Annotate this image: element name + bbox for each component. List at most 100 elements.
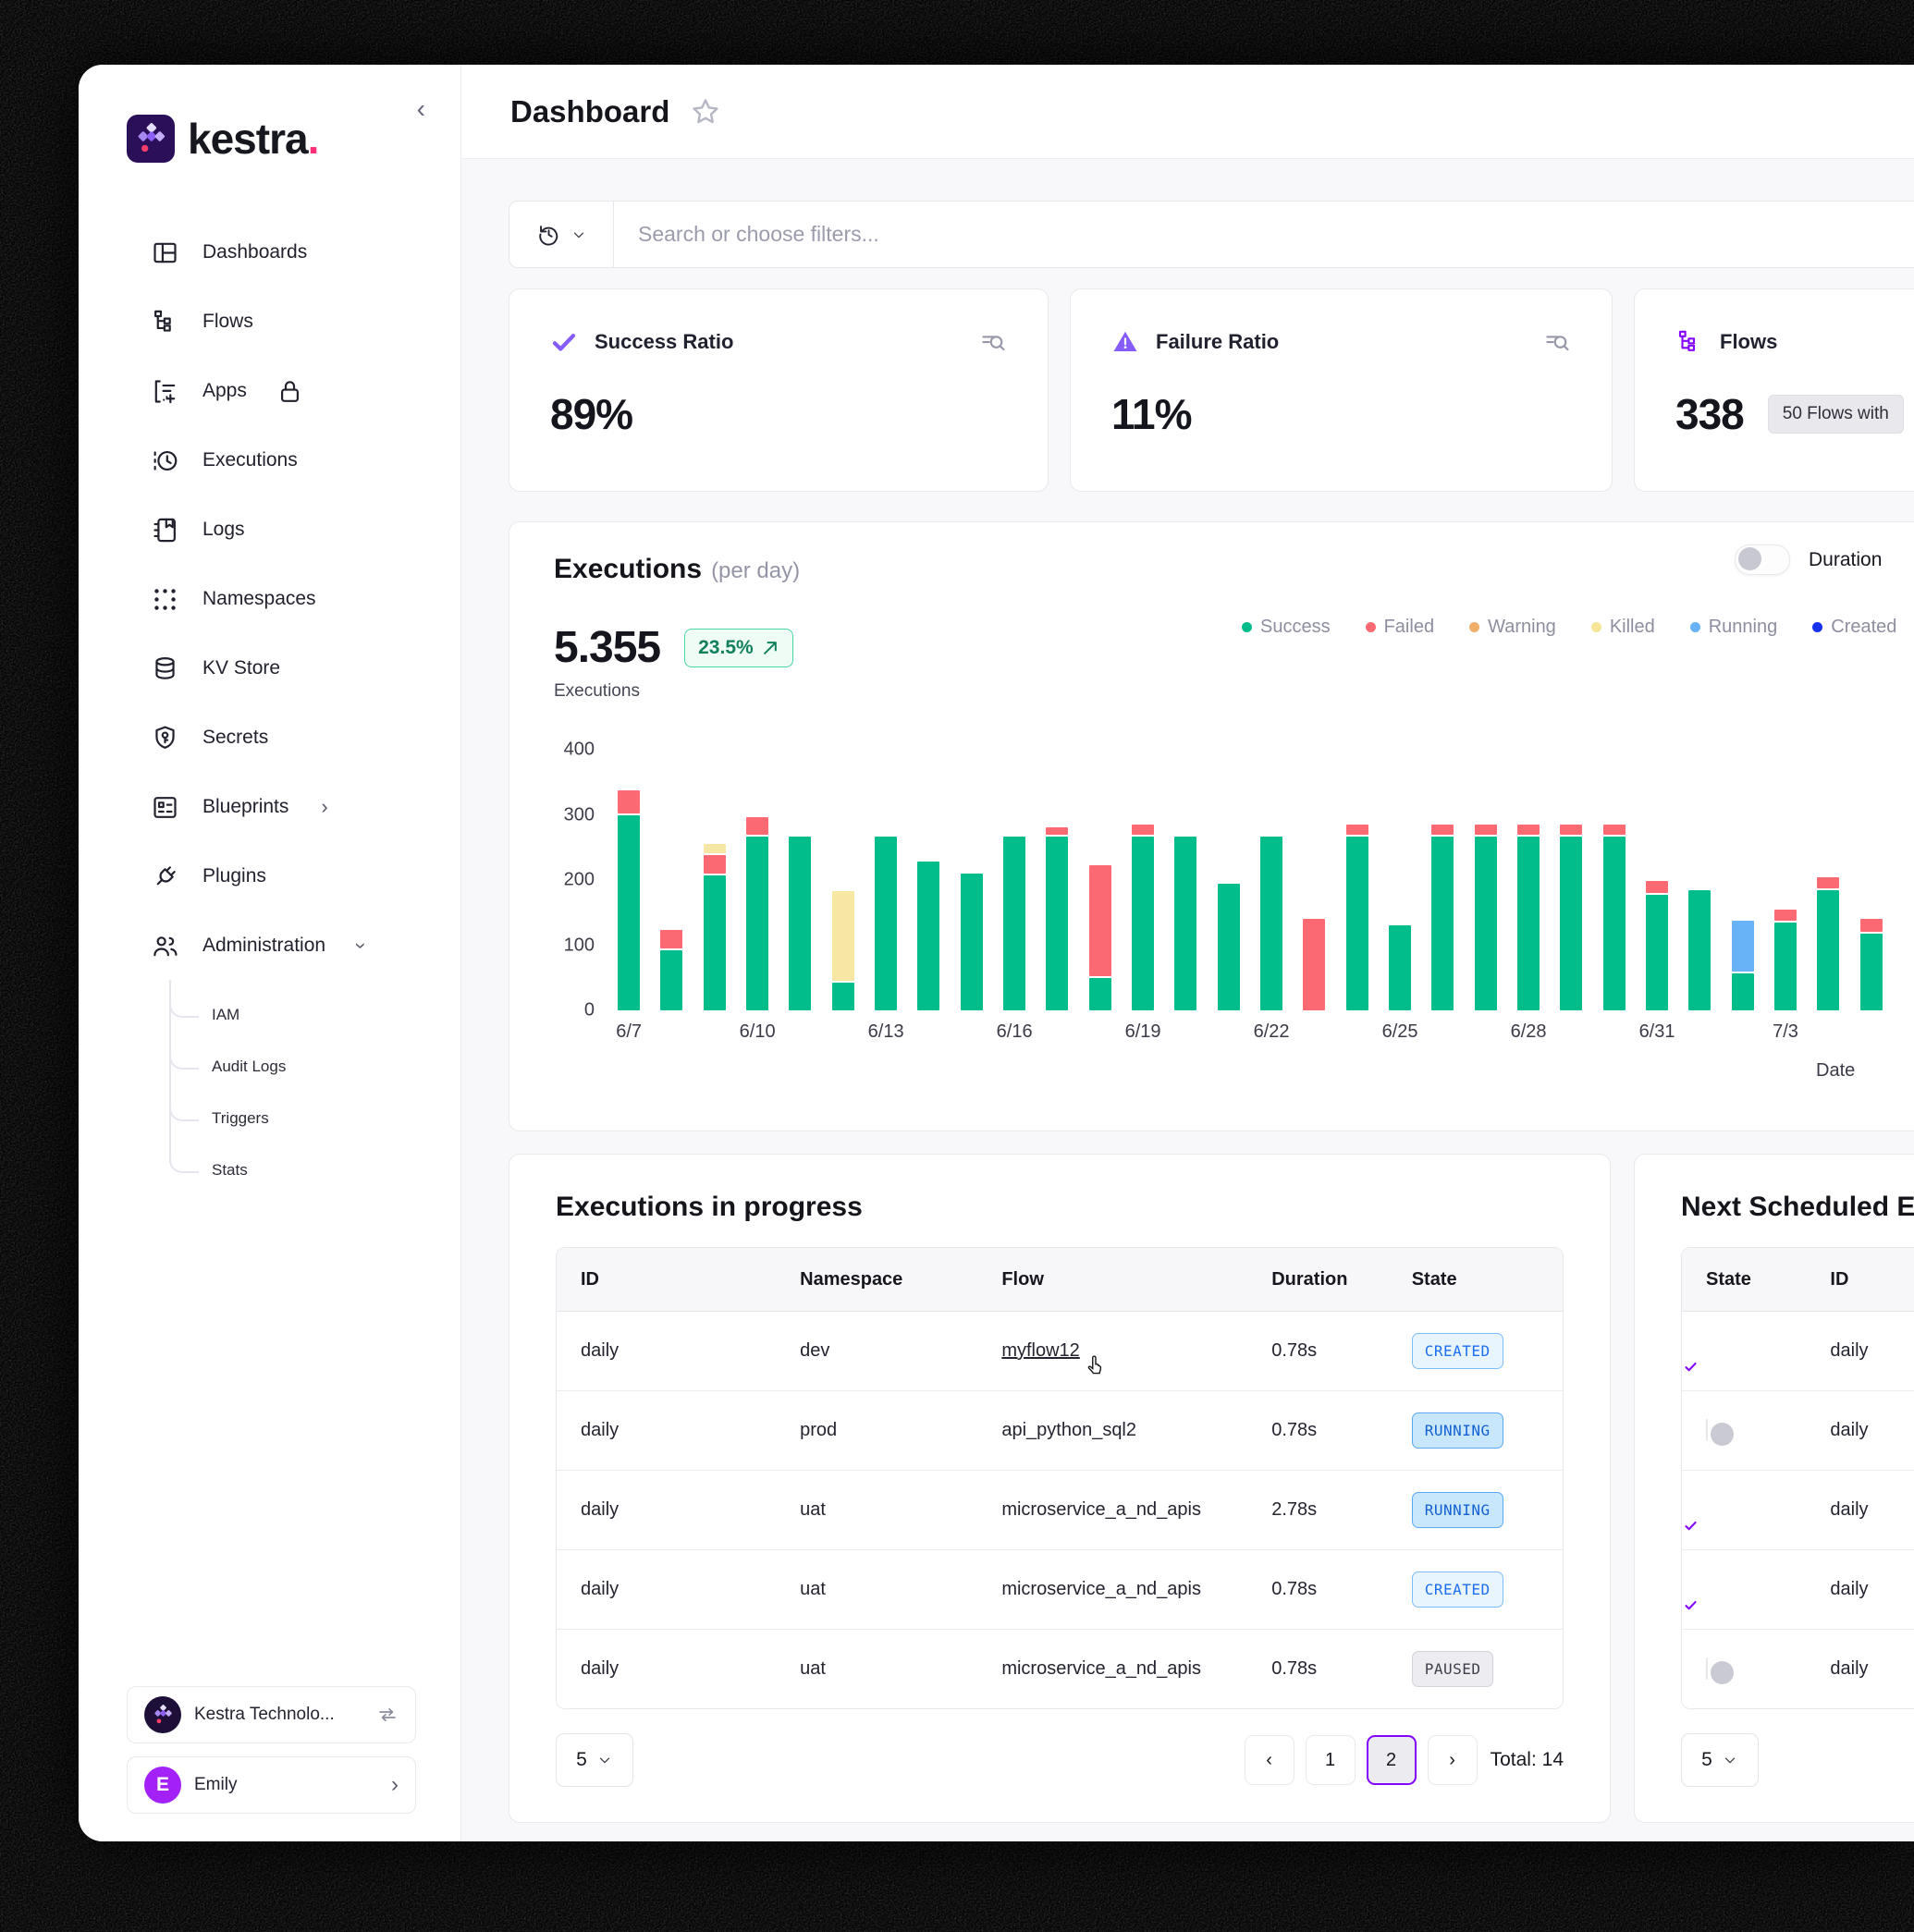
page-header: Dashboard	[461, 65, 1914, 159]
bar-6/18[interactable]	[1079, 750, 1122, 1010]
bar-6/23[interactable]	[1293, 750, 1335, 1010]
bar-6/9[interactable]	[693, 750, 736, 1010]
page-size-select[interactable]: 5	[1681, 1733, 1759, 1787]
flow-link[interactable]: microservice_a_nd_apis	[1001, 1579, 1201, 1599]
main-area: Dashboard Success Ratio	[461, 65, 1914, 1841]
bar-7/4[interactable]	[1807, 750, 1849, 1010]
bar-6/26[interactable]	[1421, 750, 1464, 1010]
bar-6/25[interactable]	[1379, 750, 1421, 1010]
legend-dot	[1469, 622, 1479, 632]
filter-search-icon[interactable]	[979, 328, 1007, 356]
tenant-switcher[interactable]: Kestra Technolo...	[127, 1686, 416, 1743]
x-tick	[1465, 1021, 1507, 1043]
x-tick	[1164, 1021, 1207, 1043]
bar-6/10[interactable]	[736, 750, 779, 1010]
flow-link[interactable]: myflow12	[1001, 1340, 1079, 1362]
sidebar-subitem[interactable]: IAM	[169, 989, 460, 1041]
sidebar-item[interactable]: KV Store	[79, 642, 460, 694]
bar-6/21[interactable]	[1208, 750, 1250, 1010]
table-row[interactable]: daily m	[1682, 1471, 1914, 1550]
search-input[interactable]	[614, 221, 1914, 248]
table-row[interactable]: daily m	[1682, 1550, 1914, 1630]
legend-item[interactable]: Failed	[1366, 617, 1434, 638]
bar-6/19[interactable]	[1122, 750, 1164, 1010]
enabled-toggle[interactable]	[1706, 1419, 1708, 1441]
bar-6/17[interactable]	[1036, 750, 1078, 1010]
sidebar-item[interactable]: Flows	[79, 296, 460, 348]
legend-item[interactable]: Running	[1690, 617, 1778, 638]
flow-link[interactable]: api_python_sql2	[1001, 1420, 1136, 1440]
bar-6/22[interactable]	[1250, 750, 1293, 1010]
bar-6/15[interactable]	[951, 750, 993, 1010]
sidebar-item[interactable]: Dashboards	[79, 226, 460, 278]
table-row[interactable]: daily uat microservice_a_nd_apis 2.78s R…	[557, 1471, 1563, 1550]
table-row[interactable]: daily dev myflow12 0.78s CREATED	[557, 1312, 1563, 1391]
bar-6/8[interactable]	[650, 750, 693, 1010]
page-button[interactable]: 2	[1367, 1735, 1417, 1785]
bar-6/28[interactable]	[1507, 750, 1550, 1010]
success-ratio-card: Success Ratio 89%	[509, 288, 1049, 492]
bar-6/14[interactable]	[907, 750, 950, 1010]
bar-6/13[interactable]	[865, 750, 907, 1010]
enabled-toggle[interactable]	[1706, 1657, 1708, 1680]
bar-7/2[interactable]	[1722, 750, 1764, 1010]
favorite-star-icon[interactable]	[690, 96, 721, 128]
sidebar-item[interactable]: Namespaces	[79, 573, 460, 625]
sidebar-subitem[interactable]: Audit Logs	[169, 1041, 460, 1093]
sidebar-subitem[interactable]: Triggers	[169, 1093, 460, 1144]
table-row[interactable]: daily prod api_python_sql2 0.78s RUNNING	[557, 1391, 1563, 1471]
x-axis-ticks: 6/76/106/136/166/196/226/256/286/317/3	[607, 1021, 1893, 1043]
sidebar-item[interactable]: Secrets	[79, 712, 460, 764]
sidebar-item[interactable]: Administration ›	[79, 920, 460, 972]
x-tick: 6/25	[1379, 1021, 1421, 1043]
kestra-logo[interactable]: kestra.	[127, 114, 318, 164]
flow-link[interactable]: microservice_a_nd_apis	[1001, 1658, 1201, 1679]
bar-6/7[interactable]	[607, 750, 650, 1010]
bar-6/12[interactable]	[822, 750, 865, 1010]
bar-7/3[interactable]	[1764, 750, 1807, 1010]
table-row[interactable]: daily a	[1682, 1391, 1914, 1471]
sidebar-item[interactable]: Plugins	[79, 850, 460, 902]
legend-item[interactable]: Success	[1242, 617, 1331, 638]
bar-segment-failed	[1517, 825, 1540, 836]
sidebar-item[interactable]: Apps	[79, 365, 460, 417]
page-button[interactable]: 1	[1306, 1735, 1356, 1785]
table-row[interactable]: daily uat microservice_a_nd_apis 0.78s C…	[557, 1550, 1563, 1630]
bar-6/20[interactable]	[1164, 750, 1207, 1010]
sidebar-item[interactable]: Blueprints ›	[79, 781, 460, 833]
legend-item[interactable]: Created	[1812, 617, 1896, 638]
bar-6/16[interactable]	[993, 750, 1036, 1010]
sidebar-item[interactable]: Logs	[79, 504, 460, 556]
filter-history-button[interactable]	[509, 202, 614, 267]
sidebar-collapse-button[interactable]: ‹	[417, 96, 425, 122]
bar-segment-success	[1560, 837, 1582, 1010]
table-row[interactable]: daily m	[1682, 1630, 1914, 1708]
page-button[interactable]: ‹	[1245, 1735, 1294, 1785]
table-row[interactable]: daily uat microservice_a_nd_apis 0.78s P…	[557, 1630, 1563, 1708]
cell-flow: m	[1892, 1658, 1914, 1680]
bar-7/1[interactable]	[1678, 750, 1721, 1010]
page-title: Dashboard	[510, 94, 669, 129]
bar-6/29[interactable]	[1550, 750, 1592, 1010]
user-menu[interactable]: E Emily ›	[127, 1756, 416, 1814]
sidebar-subitem[interactable]: Stats	[169, 1144, 460, 1196]
bar-segment-failed	[704, 855, 726, 874]
bar-6/30[interactable]	[1593, 750, 1636, 1010]
bar-6/11[interactable]	[779, 750, 821, 1010]
bar-7/5[interactable]	[1850, 750, 1893, 1010]
sidebar-item[interactable]: Executions	[79, 434, 460, 486]
legend-item[interactable]: Killed	[1591, 617, 1655, 638]
legend-item[interactable]: Warning	[1469, 617, 1556, 638]
bar-segment-success	[917, 862, 939, 1010]
bar-6/31[interactable]	[1636, 750, 1678, 1010]
filter-search-icon[interactable]	[1543, 328, 1571, 356]
bar-6/27[interactable]	[1465, 750, 1507, 1010]
bar-6/24[interactable]	[1336, 750, 1379, 1010]
page-size-select[interactable]: 5	[556, 1733, 633, 1787]
page-button[interactable]: ›	[1428, 1735, 1478, 1785]
column-header: Duration	[1247, 1269, 1387, 1290]
table-row[interactable]: daily m	[1682, 1312, 1914, 1391]
duration-toggle[interactable]	[1735, 544, 1790, 575]
flow-link[interactable]: microservice_a_nd_apis	[1001, 1499, 1201, 1520]
next-scheduled-card: Next Scheduled E StateIDF daily m daily …	[1634, 1154, 1914, 1823]
